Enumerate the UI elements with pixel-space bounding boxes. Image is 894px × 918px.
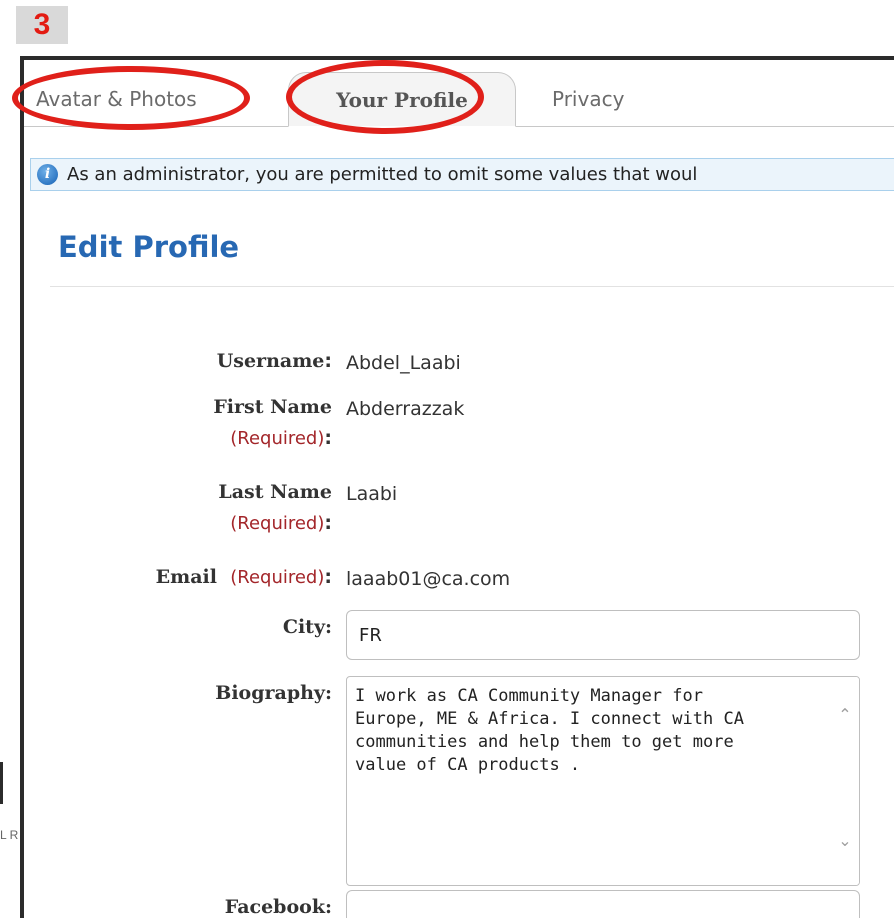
scroll-up-arrow-icon[interactable]: ⌃: [835, 705, 855, 725]
info-icon: i: [37, 164, 58, 185]
tab-privacy[interactable]: Privacy: [552, 72, 672, 126]
city-input[interactable]: FR: [346, 610, 860, 660]
biography-textarea[interactable]: I work as CA Community Manager for Europ…: [346, 676, 860, 886]
tab-strip: Avatar & Photos Your Profile Privacy: [24, 60, 894, 127]
tab-your-profile[interactable]: Your Profile: [288, 72, 516, 127]
edge-text-fragment: L R: [0, 828, 19, 842]
last-name-required-text: (Required): [230, 513, 325, 534]
edge-artifact: [0, 762, 3, 804]
page-title: Edit Profile: [58, 230, 240, 264]
tab-avatar-photos[interactable]: Avatar & Photos: [36, 72, 276, 126]
email-label-text: Email: [155, 566, 217, 588]
first-name-required: (Required):: [230, 427, 332, 449]
first-name-value: Abderrazzak: [346, 398, 465, 420]
first-name-required-text: (Required): [230, 428, 325, 449]
biography-label: Biography:: [215, 682, 332, 704]
last-name-required: (Required):: [230, 512, 332, 534]
facebook-label: Facebook:: [224, 896, 332, 918]
title-divider: [50, 286, 894, 287]
last-name-label: Last Name: [218, 481, 332, 503]
email-required-text: (Required): [230, 567, 325, 588]
biography-scrollbar[interactable]: ⌃ ⌄: [831, 677, 859, 885]
email-label: Email (Required):: [155, 566, 332, 588]
facebook-input[interactable]: [346, 890, 860, 918]
username-label-text: Username: [216, 350, 325, 372]
page: 3 L R Avatar & Photos Your Profile Priva…: [0, 0, 894, 918]
admin-info-text: As an administrator, you are permitted t…: [67, 164, 698, 185]
scroll-down-arrow-icon[interactable]: ⌄: [835, 831, 855, 851]
first-name-label: First Name: [213, 396, 332, 418]
step-number-badge: 3: [16, 6, 68, 44]
profile-window: Avatar & Photos Your Profile Privacy i A…: [20, 56, 894, 918]
email-value: laaab01@ca.com: [346, 568, 511, 590]
admin-info-banner: i As an administrator, you are permitted…: [30, 158, 894, 191]
last-name-value: Laabi: [346, 483, 398, 505]
last-name-label-text: Last Name: [218, 481, 332, 503]
username-label: Username:: [216, 350, 332, 372]
biography-text: I work as CA Community Manager for Europ…: [355, 686, 744, 775]
username-value: Abdel_Laabi: [346, 352, 461, 374]
first-name-label-text: First Name: [213, 396, 332, 418]
city-label: City:: [282, 616, 332, 638]
